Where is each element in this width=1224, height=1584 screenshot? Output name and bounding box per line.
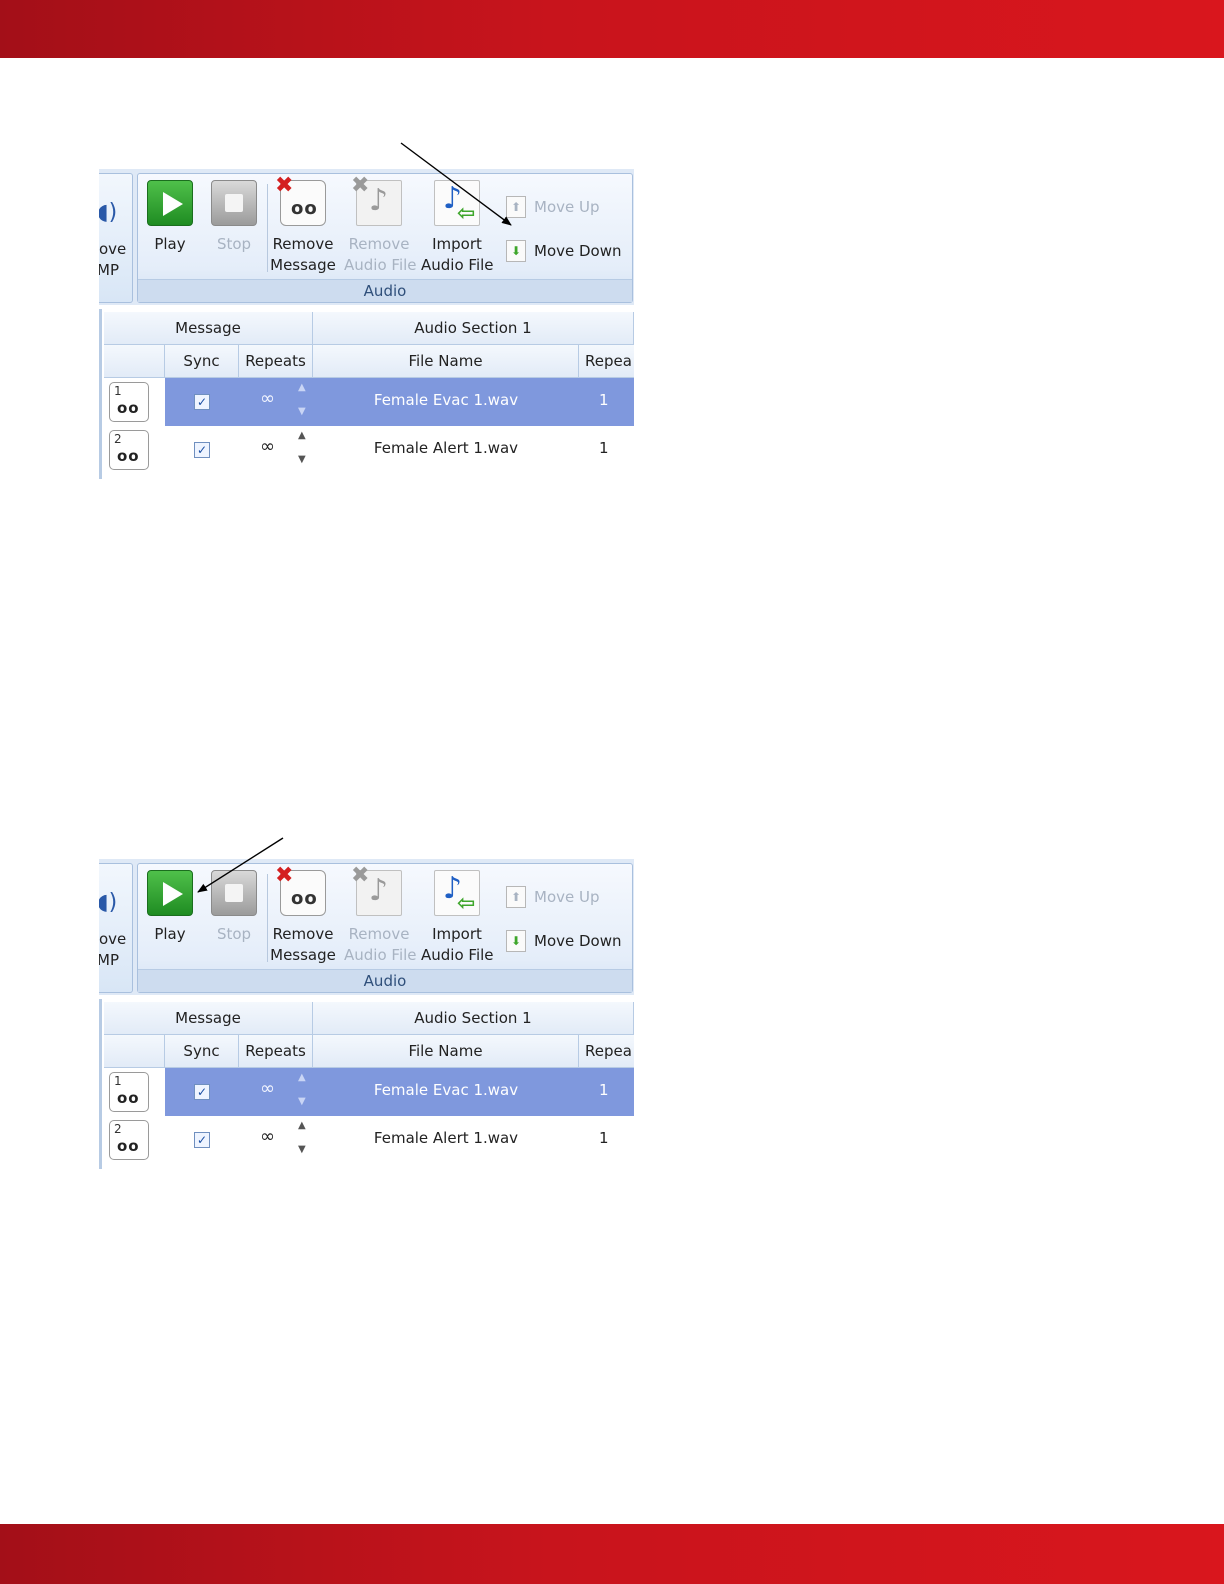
callout-arrow-play: [197, 837, 284, 893]
callout-arrow-move-down: [400, 142, 512, 226]
footer-band: [0, 1524, 1224, 1584]
callout-arrows: [197, 142, 512, 893]
